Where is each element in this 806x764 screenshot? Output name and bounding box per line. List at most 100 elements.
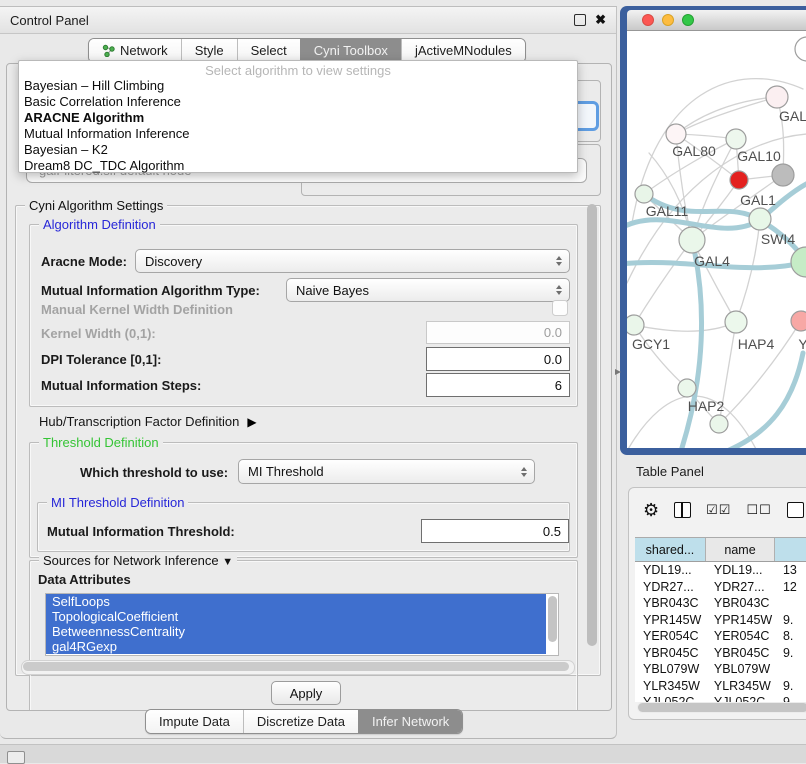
table-row[interactable]: YDL19...YDL19...13: [635, 562, 806, 579]
data-attributes-list[interactable]: SelfLoopsTopologicalCoefficientBetweenne…: [45, 593, 559, 656]
hub-definition-expander[interactable]: Hub/Transcription Factor Definition ▶: [39, 414, 257, 429]
mi-type-label: Mutual Information Algorithm Type:: [41, 283, 260, 298]
network-edge[interactable]: [634, 322, 736, 331]
list-scrollbar[interactable]: [548, 596, 557, 642]
mi-steps-value: 6: [555, 378, 562, 393]
mi-steps-field[interactable]: 6: [426, 373, 570, 397]
deselect-all-icon[interactable]: ☐☐: [746, 502, 771, 518]
table-row[interactable]: YJL052CYJL052C9.: [635, 694, 806, 702]
mi-type-combobox[interactable]: Naive Bayes: [286, 278, 570, 302]
tab-cyni-toolbox[interactable]: Cyni Toolbox: [300, 39, 401, 62]
table-row[interactable]: YBR045CYBR045C9.: [635, 645, 806, 662]
attribute-item[interactable]: gal4RGexp: [46, 639, 546, 654]
algorithm-option[interactable]: ARACNE Algorithm: [19, 110, 577, 126]
network-node-gal1[interactable]: [730, 171, 748, 189]
table-horizontal-scrollbar[interactable]: [637, 702, 806, 713]
tab-label: Cyni Toolbox: [314, 43, 388, 58]
network-node[interactable]: [710, 415, 728, 433]
node-label: GAL4: [694, 253, 730, 269]
select-all-icon[interactable]: ☑☑: [706, 502, 731, 518]
float-panel-icon[interactable]: [574, 14, 586, 26]
network-node-gal4[interactable]: [679, 227, 705, 253]
control-panel-titlebar: Control Panel ✖: [0, 7, 616, 34]
minimized-panel-icon[interactable]: [7, 751, 25, 764]
algorithm-dropdown-popup: Select algorithm to view settings Bayesi…: [18, 60, 578, 173]
network-graph[interactable]: GALGAL80GAL10GAL1GAL11SWI4GAL4GCY1HAP4YH…: [627, 31, 806, 448]
tab-select[interactable]: Select: [237, 39, 300, 62]
network-edge[interactable]: [634, 325, 687, 388]
manual-kernel-checkbox[interactable]: [552, 300, 568, 316]
tab-discretize-data[interactable]: Discretize Data: [243, 710, 358, 733]
collapse-arrow-icon[interactable]: ▼: [222, 556, 233, 568]
column-header[interactable]: shared...: [635, 538, 706, 561]
network-canvas[interactable]: GALGAL80GAL10GAL1GAL11SWI4GAL4GCY1HAP4YH…: [627, 31, 806, 448]
minimize-window-icon[interactable]: [662, 14, 674, 26]
column-header[interactable]: [775, 538, 806, 561]
stepper-arrows-icon: [556, 285, 562, 295]
network-node-hap4[interactable]: [725, 311, 747, 333]
network-node-gal80[interactable]: [666, 124, 686, 144]
node-label: GAL: [779, 108, 806, 124]
zoom-window-icon[interactable]: [682, 14, 694, 26]
control-panel: Control Panel ✖ NetworkStyle Select Cyni T…: [0, 6, 617, 739]
horizontal-scrollbar[interactable]: [21, 660, 575, 675]
network-edge[interactable]: [727, 353, 803, 448]
mi-threshold-label: Mutual Information Threshold:: [47, 524, 235, 539]
network-node-gal10[interactable]: [726, 129, 746, 149]
tab-label: Discretize Data: [257, 714, 345, 729]
table-row[interactable]: YLR345WYLR345W9.: [635, 678, 806, 695]
network-node-gal11[interactable]: [635, 185, 653, 203]
table-row[interactable]: YDR27...YDR27...12: [635, 579, 806, 596]
table-row[interactable]: YBL079WYBL079W: [635, 661, 806, 678]
network-node-y[interactable]: [791, 311, 806, 331]
apply-button[interactable]: Apply: [271, 681, 341, 705]
mi-threshold-field[interactable]: 0.5: [421, 519, 569, 543]
network-node[interactable]: [772, 164, 794, 186]
network-view-window[interactable]: GALGAL80GAL10GAL1GAL11SWI4GAL4GCY1HAP4YH…: [620, 6, 806, 455]
attribute-item[interactable]: SelfLoops: [46, 594, 546, 609]
algorithm-option[interactable]: Bayesian – K2: [19, 142, 577, 158]
expander-arrow-icon: ▶: [247, 415, 256, 429]
network-node-swi4[interactable]: [749, 208, 771, 230]
aracne-mode-combobox[interactable]: Discovery: [135, 249, 570, 273]
attribute-item[interactable]: BetweennessCentrality: [46, 624, 546, 639]
tab-label: Select: [251, 43, 287, 58]
algorithm-option[interactable]: Dream8 DC_TDC Algorithm: [19, 158, 577, 174]
tab-network[interactable]: Network: [89, 39, 181, 62]
dpi-tolerance-field[interactable]: 0.0: [426, 347, 570, 371]
column-header[interactable]: name: [706, 538, 775, 561]
network-edge[interactable]: [681, 240, 702, 448]
network-window-titlebar[interactable]: [627, 10, 806, 31]
table-row[interactable]: YER054CYER054C8.: [635, 628, 806, 645]
network-node-hap2[interactable]: [678, 379, 696, 397]
algorithm-option[interactable]: Mutual Information Inference: [19, 126, 577, 142]
algorithm-option[interactable]: Bayesian – Hill Climbing: [19, 78, 577, 94]
network-node[interactable]: [795, 37, 806, 61]
tab-jactivemnodules[interactable]: jActiveMNodules: [401, 39, 525, 62]
network-node-gal[interactable]: [766, 86, 788, 108]
sources-group-title: Sources for Network Inference ▼: [39, 553, 237, 568]
show-column-icon[interactable]: [674, 502, 691, 518]
attribute-item[interactable]: TopologicalCoefficient: [46, 609, 546, 624]
kernel-width-field[interactable]: 0.0: [426, 321, 570, 344]
mi-threshold-group-title: MI Threshold Definition: [47, 495, 188, 510]
network-node-gcy1[interactable]: [627, 315, 644, 335]
table-cell: 12: [775, 579, 806, 596]
close-panel-icon[interactable]: ✖: [595, 15, 606, 25]
node-label: GAL11: [646, 203, 689, 219]
close-window-icon[interactable]: [642, 14, 654, 26]
network-edge[interactable]: [736, 219, 760, 322]
node-table[interactable]: shared...name YDL19...YDL19...13YDR27...…: [635, 537, 806, 702]
tab-impute-data[interactable]: Impute Data: [146, 710, 243, 733]
table-function-icon[interactable]: [787, 502, 804, 518]
table-cell: YBR043C: [706, 595, 775, 612]
algorithm-option[interactable]: Basic Correlation Inference: [19, 94, 577, 110]
which-threshold-combobox[interactable]: MI Threshold: [238, 459, 535, 484]
settings-scrollbar[interactable]: [587, 202, 598, 710]
tab-infer-network[interactable]: Infer Network: [358, 710, 462, 733]
table-row[interactable]: YPR145WYPR145W9.: [635, 612, 806, 629]
table-row[interactable]: YBR043CYBR043C: [635, 595, 806, 612]
tab-style[interactable]: Style: [181, 39, 237, 62]
gear-icon[interactable]: ⚙: [643, 500, 659, 520]
network-node[interactable]: [791, 247, 806, 277]
